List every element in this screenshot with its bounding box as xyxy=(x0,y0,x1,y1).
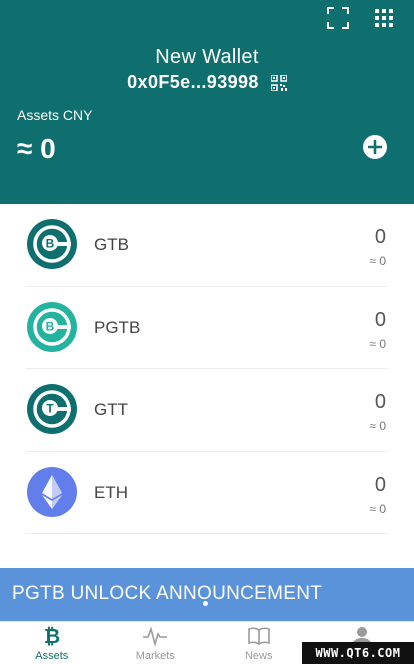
asset-value: ≈ 0 xyxy=(369,336,386,351)
svg-text:₿: ₿ xyxy=(44,625,60,647)
asset-amount: 0 xyxy=(374,226,386,248)
add-icon xyxy=(368,140,382,154)
grid-menu-icon xyxy=(375,9,393,27)
asset-symbol: GTB xyxy=(94,235,129,254)
wallet-name[interactable]: New Wallet xyxy=(0,46,414,69)
announcement-banner[interactable]: PGTB UNLOCK ANNOUNCEMENT xyxy=(0,568,414,621)
gtb-logo-icon: B xyxy=(27,219,77,269)
pgtb-logo-icon: B xyxy=(27,301,77,352)
carousel-indicator xyxy=(203,601,208,606)
wallet-address: 0x0F5e...93998 xyxy=(127,72,259,92)
scan-button[interactable] xyxy=(326,6,350,30)
tab-assets[interactable]: ₿ Assets xyxy=(0,622,104,664)
tab-markets[interactable]: Markets xyxy=(104,622,208,664)
scan-icon xyxy=(327,7,349,29)
asset-amount: 0 xyxy=(374,391,386,413)
svg-text:B: B xyxy=(46,237,55,251)
asset-amount: 0 xyxy=(374,308,386,331)
gtt-logo-icon: T xyxy=(27,384,77,434)
assets-currency-label: Assets CNY xyxy=(17,107,93,123)
pulse-icon xyxy=(142,625,168,647)
book-icon xyxy=(246,625,272,647)
asset-amount: 0 xyxy=(374,473,386,496)
asset-value: ≈ 0 xyxy=(369,419,386,433)
svg-text:B: B xyxy=(46,319,55,333)
qr-code-icon[interactable] xyxy=(270,74,287,91)
asset-row-eth[interactable]: ETH 0 ≈ 0 xyxy=(26,452,388,534)
asset-value: ≈ 0 xyxy=(369,501,386,516)
bitcoin-icon: ₿ xyxy=(39,625,65,647)
tab-news[interactable]: News xyxy=(207,622,311,664)
asset-row-gtt[interactable]: T GTT 0 ≈ 0 xyxy=(26,369,388,452)
watermark: WWW.QT6.COM xyxy=(302,642,414,664)
asset-symbol: GTT xyxy=(94,400,128,419)
tab-label: News xyxy=(244,650,273,662)
asset-symbol: PGTB xyxy=(94,317,141,337)
add-asset-button[interactable] xyxy=(363,135,387,159)
asset-row-gtb[interactable]: B GTB 0 ≈ 0 xyxy=(26,204,388,287)
wallet-header: New Wallet 0x0F5e...93998 Assets CNY ≈ 0 xyxy=(0,0,414,204)
asset-list: B GTB 0 ≈ 0 B PGTB 0 ≈ 0 T GTT 0 ≈ 0 ETH… xyxy=(0,204,414,534)
asset-value: ≈ 0 xyxy=(369,254,386,268)
grid-menu-button[interactable] xyxy=(372,6,396,30)
tab-label: Markets xyxy=(135,650,175,662)
total-assets-value: ≈ 0 xyxy=(17,133,56,164)
header-actions xyxy=(326,6,396,30)
eth-logo-icon xyxy=(27,466,77,517)
wallet-address-row[interactable]: 0x0F5e...93998 xyxy=(0,72,414,93)
svg-text:T: T xyxy=(46,402,54,416)
announcement-text: PGTB UNLOCK ANNOUNCEMENT xyxy=(12,583,323,604)
tab-label: Assets xyxy=(35,650,69,662)
asset-symbol: ETH xyxy=(94,482,128,502)
asset-row-pgtb[interactable]: B PGTB 0 ≈ 0 xyxy=(26,287,388,369)
